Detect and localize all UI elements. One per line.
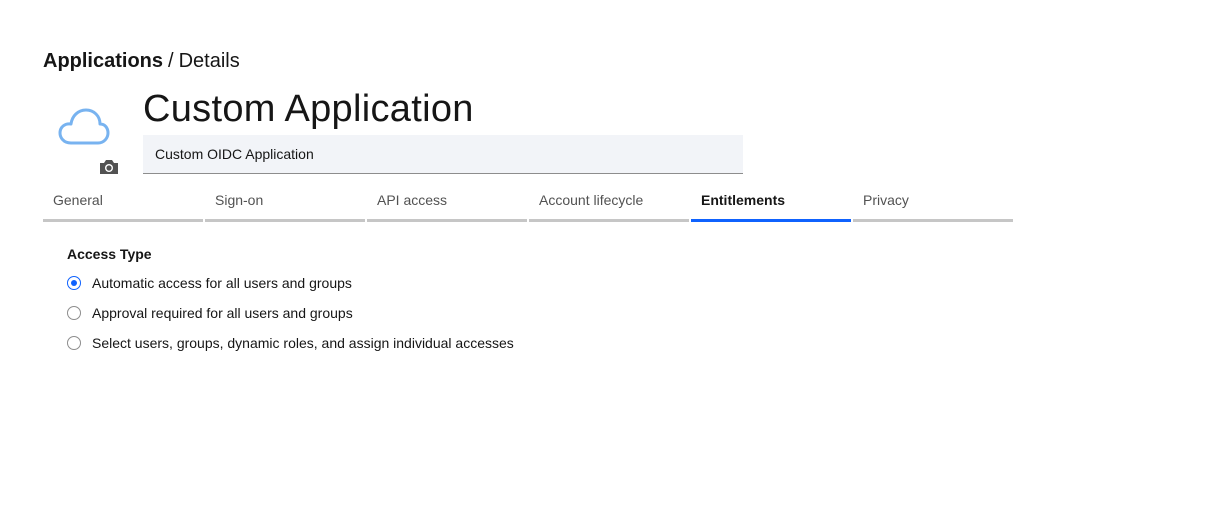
- page: Applications / Details Custom Application …: [0, 0, 1232, 512]
- app-icon: [58, 106, 120, 176]
- radio-approval-required[interactable]: Approval required for all users and grou…: [67, 303, 514, 323]
- breadcrumb-separator: /: [168, 50, 174, 72]
- tab-account-lifecycle[interactable]: Account lifecycle: [529, 186, 689, 222]
- breadcrumb-current: Details: [178, 50, 240, 72]
- breadcrumb: Applications / Details: [43, 48, 240, 74]
- access-type-heading: Access Type: [67, 246, 152, 262]
- radio-label: Select users, groups, dynamic roles, and…: [92, 335, 514, 351]
- cloud-icon: [58, 108, 110, 145]
- radio-button[interactable]: [67, 306, 81, 320]
- description-input[interactable]: [143, 135, 743, 174]
- tab-privacy[interactable]: Privacy: [853, 186, 1013, 222]
- page-title: Custom Application: [143, 88, 474, 130]
- camera-icon[interactable]: [98, 158, 120, 176]
- radio-select-users[interactable]: Select users, groups, dynamic roles, and…: [67, 333, 514, 353]
- access-type-group: Access Type Automatic access for all use…: [67, 244, 514, 363]
- radio-label: Approval required for all users and grou…: [92, 305, 353, 321]
- tab-list: General Sign-on API access Account lifec…: [43, 186, 1013, 222]
- tab-api-access[interactable]: API access: [367, 186, 527, 222]
- tab-entitlements[interactable]: Entitlements: [691, 186, 851, 222]
- breadcrumb-applications-link[interactable]: Applications: [43, 50, 163, 72]
- radio-label: Automatic access for all users and group…: [92, 275, 352, 291]
- radio-button-selected[interactable]: [67, 276, 81, 290]
- tab-general[interactable]: General: [43, 186, 203, 222]
- radio-button[interactable]: [67, 336, 81, 350]
- tab-sign-on[interactable]: Sign-on: [205, 186, 365, 222]
- radio-automatic-access[interactable]: Automatic access for all users and group…: [67, 273, 514, 293]
